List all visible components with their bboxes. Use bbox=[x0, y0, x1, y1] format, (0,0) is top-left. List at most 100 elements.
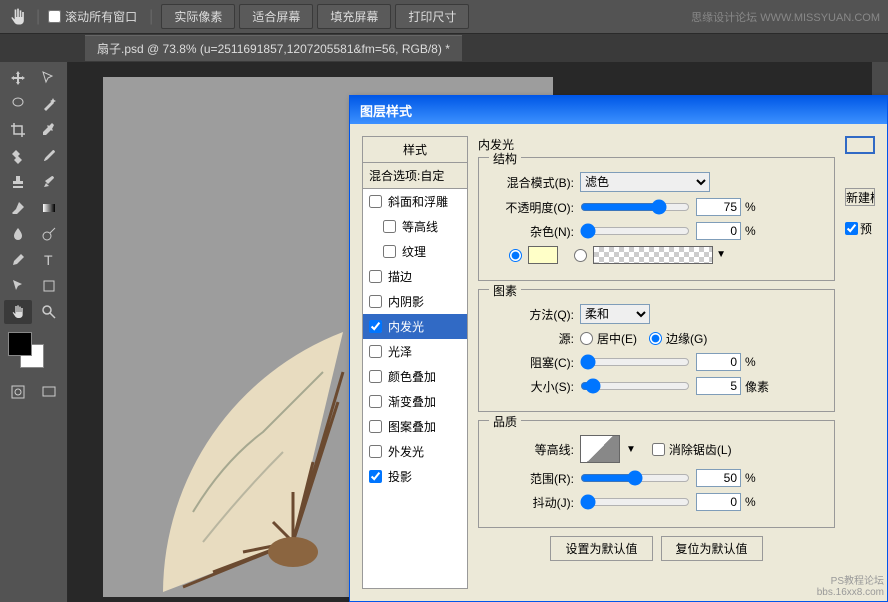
style-item-3[interactable]: 描边 bbox=[363, 264, 467, 289]
opacity-label: 不透明度(O): bbox=[489, 199, 574, 216]
style-item-9[interactable]: 图案叠加 bbox=[363, 414, 467, 439]
blend-mode-select[interactable]: 滤色 bbox=[580, 172, 710, 192]
style-checkbox[interactable] bbox=[369, 320, 382, 333]
style-item-0[interactable]: 斜面和浮雕 bbox=[363, 189, 467, 214]
style-label: 光泽 bbox=[388, 343, 412, 360]
style-item-6[interactable]: 光泽 bbox=[363, 339, 467, 364]
choke-slider[interactable] bbox=[580, 354, 690, 370]
document-tab-bar: 扇子.psd @ 73.8% (u=2511691857,1207205581&… bbox=[0, 34, 888, 62]
source-center-radio[interactable] bbox=[580, 332, 593, 345]
quality-group: 品质 等高线: ▼ 消除锯齿(L) 范围(R): % bbox=[478, 420, 835, 528]
move-tool[interactable] bbox=[4, 66, 32, 90]
glow-color-swatch[interactable] bbox=[528, 246, 558, 264]
text-tool[interactable]: T bbox=[35, 248, 63, 272]
size-input[interactable] bbox=[696, 377, 741, 395]
preview-checkbox[interactable]: 预 bbox=[845, 220, 875, 237]
gradient-radio[interactable] bbox=[574, 249, 587, 262]
healing-tool[interactable] bbox=[4, 144, 32, 168]
inner-glow-panel: 内发光 结构 混合模式(B): 滤色 不透明度(O): % 杂色(N): bbox=[478, 136, 835, 589]
shape-tool[interactable] bbox=[35, 274, 63, 298]
style-item-2[interactable]: 纹理 bbox=[363, 239, 467, 264]
brush-tool[interactable] bbox=[35, 144, 63, 168]
selection-tool[interactable] bbox=[35, 66, 63, 90]
document-tab[interactable]: 扇子.psd @ 73.8% (u=2511691857,1207205581&… bbox=[85, 35, 462, 61]
style-item-10[interactable]: 外发光 bbox=[363, 439, 467, 464]
range-input[interactable] bbox=[696, 469, 741, 487]
reset-default-button[interactable]: 复位为默认值 bbox=[661, 536, 763, 561]
noise-input[interactable] bbox=[696, 222, 741, 240]
eyedropper-tool[interactable] bbox=[35, 118, 63, 142]
size-slider[interactable] bbox=[580, 378, 690, 394]
blend-mode-label: 混合模式(B): bbox=[489, 174, 574, 191]
lasso-tool[interactable] bbox=[4, 92, 32, 116]
blend-options-item[interactable]: 混合选项:自定 bbox=[363, 163, 467, 189]
pen-tool[interactable] bbox=[4, 248, 32, 272]
opacity-input[interactable] bbox=[696, 198, 741, 216]
crop-tool[interactable] bbox=[4, 118, 32, 142]
foreground-color[interactable] bbox=[8, 332, 32, 356]
style-label: 投影 bbox=[388, 468, 412, 485]
eraser-tool[interactable] bbox=[4, 196, 32, 220]
color-radio[interactable] bbox=[509, 249, 522, 262]
style-checkbox[interactable] bbox=[369, 370, 382, 383]
style-checkbox[interactable] bbox=[369, 295, 382, 308]
technique-label: 方法(Q): bbox=[489, 306, 574, 323]
style-item-11[interactable]: 投影 bbox=[363, 464, 467, 489]
contour-label: 等高线: bbox=[489, 441, 574, 458]
style-label: 颜色叠加 bbox=[388, 368, 436, 385]
style-label: 内阴影 bbox=[388, 293, 424, 310]
new-style-button[interactable]: 新建样 bbox=[845, 188, 875, 206]
range-slider[interactable] bbox=[580, 470, 690, 486]
ok-button[interactable] bbox=[845, 136, 875, 154]
contour-picker[interactable] bbox=[580, 435, 620, 463]
style-label: 渐变叠加 bbox=[388, 393, 436, 410]
style-checkbox[interactable] bbox=[369, 420, 382, 433]
history-brush-tool[interactable] bbox=[35, 170, 63, 194]
fit-screen-button[interactable]: 适合屏幕 bbox=[239, 4, 313, 29]
style-checkbox[interactable] bbox=[369, 470, 382, 483]
hand-tool[interactable] bbox=[4, 300, 32, 324]
jitter-label: 抖动(J): bbox=[489, 494, 574, 511]
style-item-8[interactable]: 渐变叠加 bbox=[363, 389, 467, 414]
style-checkbox[interactable] bbox=[383, 220, 396, 233]
blur-tool[interactable] bbox=[4, 222, 32, 246]
style-checkbox[interactable] bbox=[369, 395, 382, 408]
watermark: PS教程论坛 bbs.16xx8.com bbox=[817, 572, 884, 598]
style-item-4[interactable]: 内阴影 bbox=[363, 289, 467, 314]
actual-pixels-button[interactable]: 实际像素 bbox=[161, 4, 235, 29]
styles-list: 样式 混合选项:自定 斜面和浮雕等高线纹理描边内阴影内发光光泽颜色叠加渐变叠加图… bbox=[362, 136, 468, 589]
style-checkbox[interactable] bbox=[369, 195, 382, 208]
set-default-button[interactable]: 设置为默认值 bbox=[550, 536, 652, 561]
jitter-slider[interactable] bbox=[580, 494, 690, 510]
color-swatches[interactable] bbox=[8, 332, 44, 368]
opacity-slider[interactable] bbox=[580, 199, 690, 215]
gradient-tool[interactable] bbox=[35, 196, 63, 220]
style-item-7[interactable]: 颜色叠加 bbox=[363, 364, 467, 389]
screenmode-tool[interactable] bbox=[35, 380, 63, 404]
choke-label: 阻塞(C): bbox=[489, 354, 574, 371]
path-select-tool[interactable] bbox=[4, 274, 32, 298]
choke-input[interactable] bbox=[696, 353, 741, 371]
noise-label: 杂色(N): bbox=[489, 223, 574, 240]
antialias-checkbox[interactable]: 消除锯齿(L) bbox=[652, 441, 732, 458]
stamp-tool[interactable] bbox=[4, 170, 32, 194]
source-edge-radio[interactable] bbox=[649, 332, 662, 345]
quickmask-tool[interactable] bbox=[4, 380, 32, 404]
style-checkbox[interactable] bbox=[369, 445, 382, 458]
style-item-5[interactable]: 内发光 bbox=[363, 314, 467, 339]
style-checkbox[interactable] bbox=[369, 270, 382, 283]
glow-gradient-swatch[interactable] bbox=[593, 246, 713, 264]
style-checkbox[interactable] bbox=[383, 245, 396, 258]
magic-wand-tool[interactable] bbox=[35, 92, 63, 116]
fill-screen-button[interactable]: 填充屏幕 bbox=[317, 4, 391, 29]
print-size-button[interactable]: 打印尺寸 bbox=[395, 4, 469, 29]
style-checkbox[interactable] bbox=[369, 345, 382, 358]
zoom-tool[interactable] bbox=[35, 300, 63, 324]
style-item-1[interactable]: 等高线 bbox=[363, 214, 467, 239]
technique-select[interactable]: 柔和 bbox=[580, 304, 650, 324]
jitter-input[interactable] bbox=[696, 493, 741, 511]
noise-slider[interactable] bbox=[580, 223, 690, 239]
svg-text:T: T bbox=[44, 252, 53, 268]
scroll-all-windows-checkbox[interactable]: 滚动所有窗口 bbox=[48, 8, 137, 25]
dodge-tool[interactable] bbox=[35, 222, 63, 246]
